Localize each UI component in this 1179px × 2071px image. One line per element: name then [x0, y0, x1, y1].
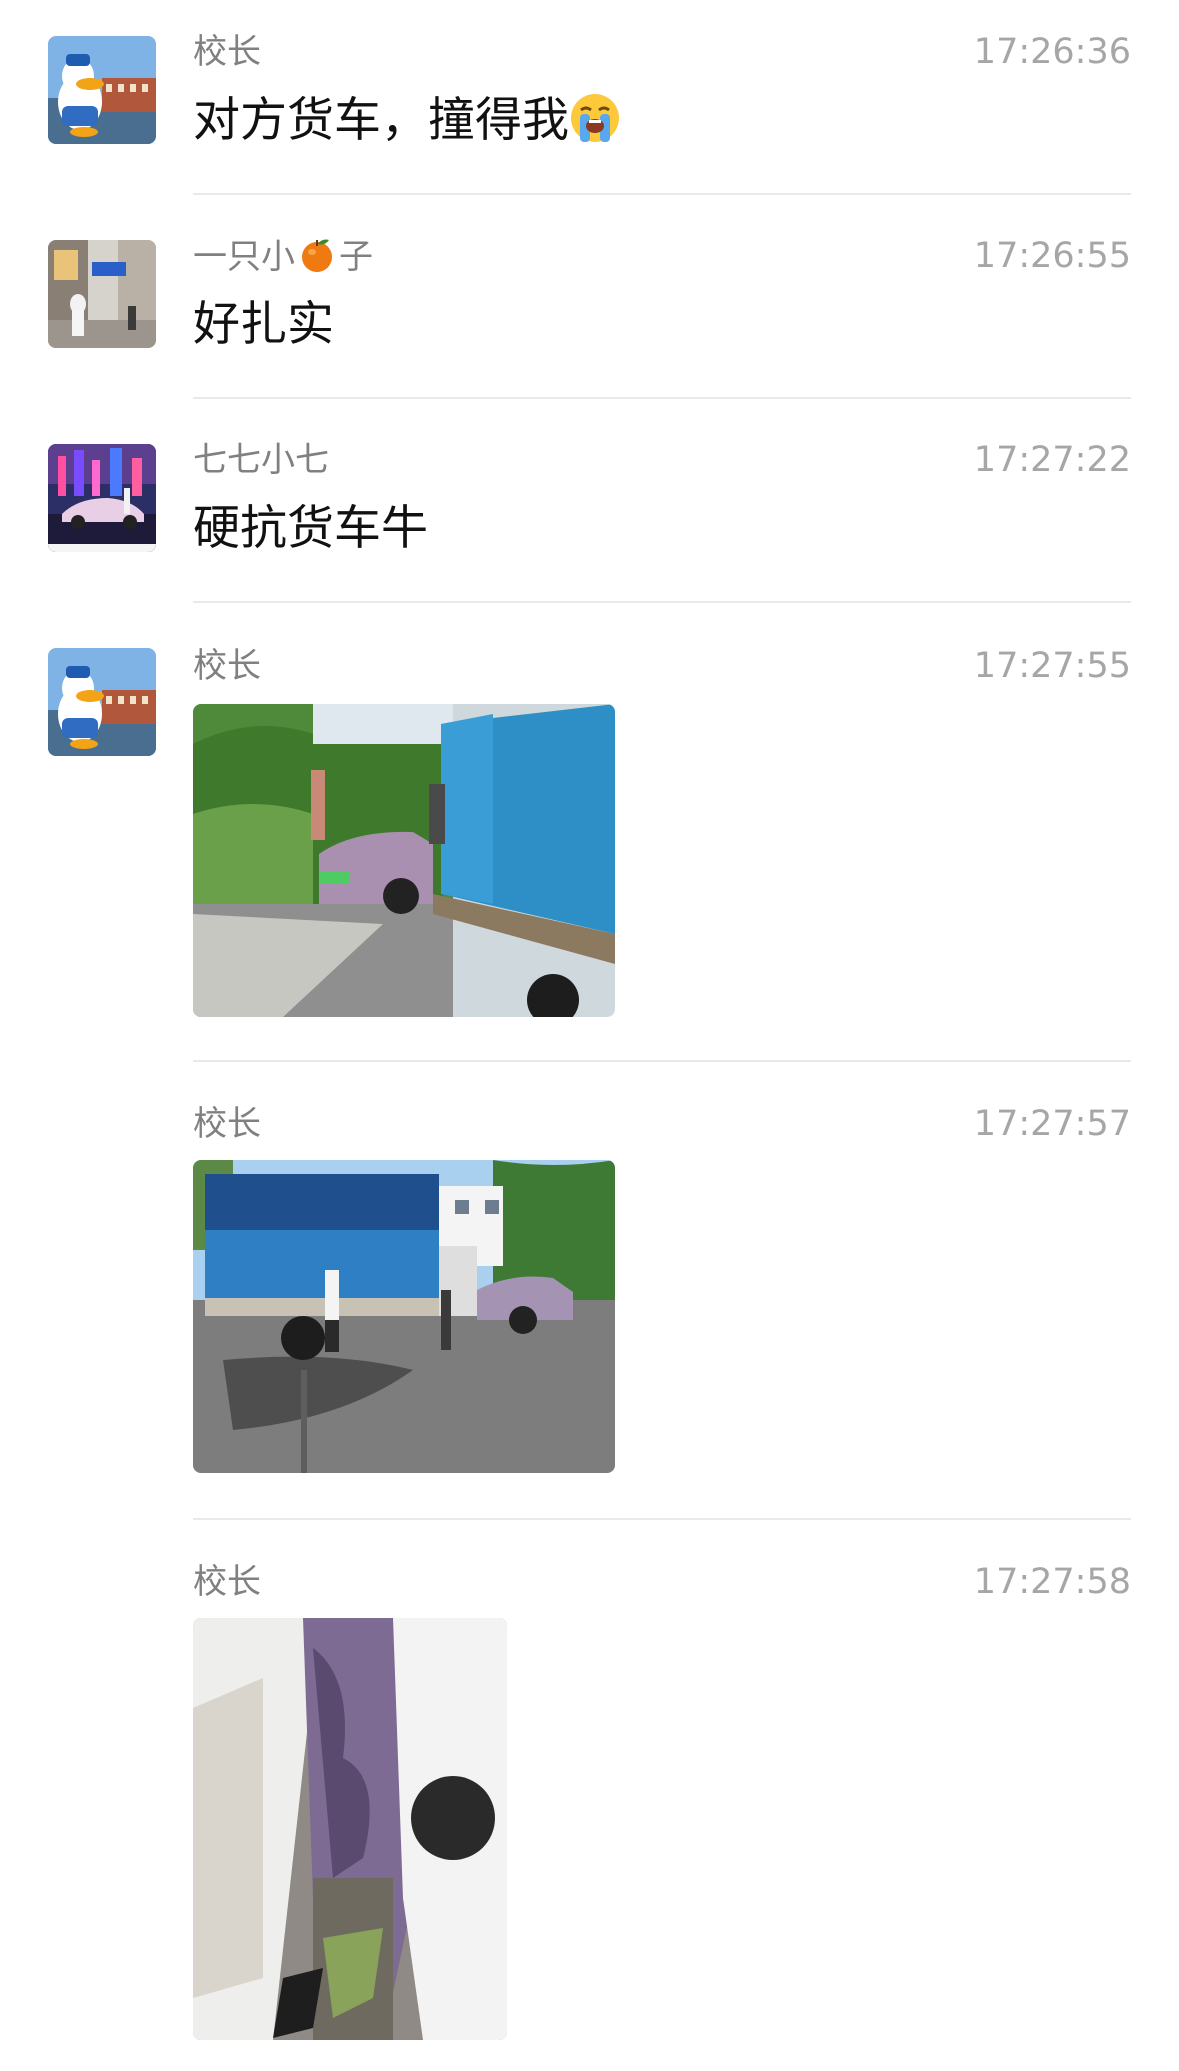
message-time: 17:26:55 — [973, 236, 1131, 276]
message-text: 对方货车，撞得我 — [193, 92, 621, 158]
street-scene-avatar-icon[interactable] — [48, 240, 156, 348]
message-time: 17:27:58 — [973, 1562, 1131, 1602]
message-time: 17:26:36 — [973, 32, 1131, 72]
sender-name: 校长 — [193, 1104, 261, 1144]
loudly-crying-face-icon — [569, 92, 621, 158]
tangerine-icon — [299, 236, 335, 283]
message-time: 17:27:22 — [973, 440, 1131, 480]
sender-name: 一只小 子 — [193, 236, 373, 283]
sender-name-prefix: 一只小 — [193, 237, 295, 277]
message-divider — [193, 193, 1131, 195]
sender-name: 校长 — [193, 646, 261, 686]
truck-crash-photo-icon[interactable] — [193, 704, 615, 1017]
message-text: 硬抗货车牛 — [193, 501, 428, 556]
truck-road-photo-icon[interactable] — [193, 1160, 615, 1473]
sender-name: 校长 — [193, 1562, 261, 1602]
sender-name-suffix: 子 — [339, 237, 373, 277]
message-text: 好扎实 — [193, 297, 334, 352]
message-divider — [193, 1518, 1131, 1520]
message-divider — [193, 601, 1131, 603]
night-car-avatar-icon[interactable] — [48, 444, 156, 552]
message-text-content: 对方货车，撞得我 — [193, 93, 569, 148]
car-door-damage-photo-icon[interactable] — [193, 1618, 507, 2040]
message-time: 17:27:57 — [973, 1104, 1131, 1144]
donald-duck-avatar-icon[interactable] — [48, 648, 156, 756]
message-divider — [193, 1060, 1131, 1062]
sender-name: 七七小七 — [193, 440, 329, 480]
sender-name: 校长 — [193, 32, 261, 72]
message-divider — [193, 397, 1131, 399]
message-time: 17:27:55 — [973, 646, 1131, 686]
donald-duck-avatar-icon[interactable] — [48, 36, 156, 144]
